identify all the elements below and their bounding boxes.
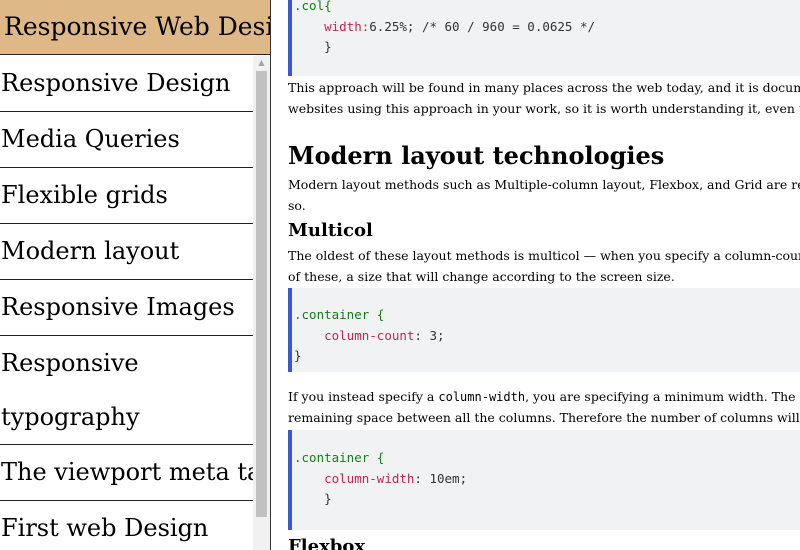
code-selector: .container { — [294, 307, 385, 322]
nav-item-label-line2: typography — [1, 403, 140, 431]
nav-item-viewport-meta-tag[interactable]: The viewport meta tag — [0, 445, 270, 501]
sidebar-scrollbar[interactable]: ▲ — [253, 56, 270, 550]
nav-item-media-queries[interactable]: Media Queries — [0, 112, 253, 168]
paragraph-multicol-line1: The oldest of these layout methods is mu… — [288, 248, 800, 263]
nav-item-first-web-design[interactable]: First web Design — [0, 501, 253, 550]
sidebar: Responsive Web Design Responsive Design … — [0, 0, 270, 550]
text-segment: , you are specifying a minimum width. Th… — [525, 389, 800, 404]
nav-item-flexible-grids[interactable]: Flexible grids — [0, 168, 253, 224]
main-content: .col{ width:6.25%; /* 60 / 960 = 0.0625 … — [271, 0, 800, 550]
scrollbar-thumb[interactable] — [256, 71, 267, 517]
nav-item-responsive-images[interactable]: Responsive Images — [0, 280, 253, 336]
code-selector: .container { — [294, 450, 385, 465]
nav-item-modern-layout[interactable]: Modern layout — [0, 224, 253, 280]
code-close-brace: } — [294, 348, 302, 363]
code-selector: .col{ — [294, 0, 332, 13]
heading-modern-layout: Modern layout technologies — [288, 141, 665, 170]
code-property: column-count — [324, 327, 415, 343]
code-property: column-width — [324, 470, 415, 486]
inline-code: column-width — [438, 390, 526, 404]
sidebar-title: Responsive Web Design — [0, 0, 270, 55]
text-segment: If you instead specify a — [288, 389, 439, 404]
scroll-up-icon[interactable]: ▲ — [253, 56, 270, 70]
code-value: 6.25%; /* 60 / 960 = 0.0625 */ — [369, 18, 596, 34]
code-block-column-count: .container { column-count: 3; } — [288, 288, 800, 372]
paragraph-modern-line2: so. — [288, 198, 306, 213]
code-property: width: — [324, 18, 370, 34]
heading-multicol: Multicol — [288, 220, 373, 241]
code-value: : 3; — [414, 327, 445, 343]
paragraph-multicol-line2: of these, a size that will change accord… — [288, 269, 675, 284]
nav-item-responsive-typography[interactable]: Responsive typography — [0, 336, 253, 445]
paragraph-column-width-line1: If you instead specify a column-width, y… — [288, 386, 800, 408]
nav-item-responsive-design[interactable]: Responsive Design — [0, 56, 253, 112]
paragraph-approach-line1: This approach will be found in many plac… — [288, 80, 800, 95]
code-block-col: .col{ width:6.25%; /* 60 / 960 = 0.0625 … — [288, 0, 800, 76]
code-value: : 10em; — [414, 470, 468, 486]
heading-flexbox: Flexbox — [288, 536, 366, 550]
paragraph-approach-line2: websites using this approach in your wor… — [288, 101, 800, 116]
nav-list: Responsive Design Media Queries Flexible… — [0, 56, 270, 550]
paragraph-modern-line1: Modern layout methods such as Multiple-c… — [288, 177, 800, 192]
nav-item-label-line1: Responsive — [1, 349, 139, 377]
code-close-brace: } — [324, 39, 332, 54]
code-block-column-width: .container { column-width: 10em; } — [288, 430, 800, 530]
code-close-brace: } — [324, 491, 332, 506]
paragraph-column-width-line2: remaining space between all the columns.… — [288, 410, 800, 425]
